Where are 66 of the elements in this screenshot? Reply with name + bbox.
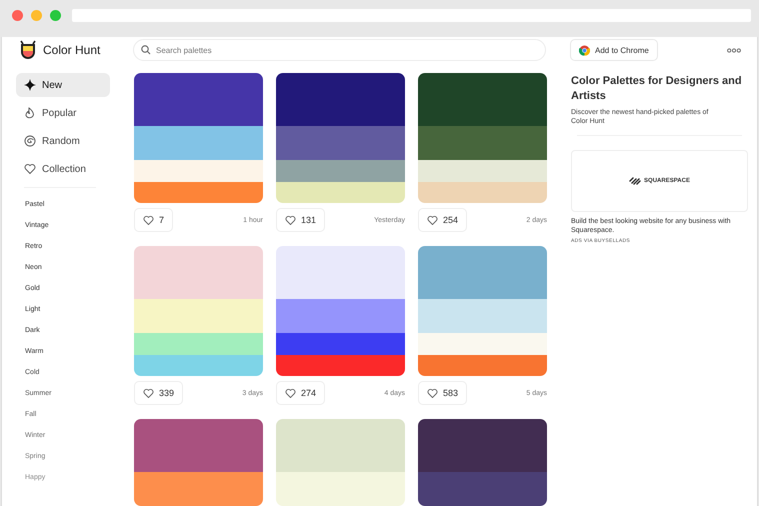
color-swatch[interactable] xyxy=(418,160,547,182)
like-button[interactable]: 339 xyxy=(134,381,184,405)
color-swatch[interactable] xyxy=(418,333,547,355)
color-swatch[interactable] xyxy=(276,246,405,299)
color-swatch[interactable] xyxy=(276,333,405,355)
heart-icon xyxy=(427,388,438,398)
color-swatch[interactable] xyxy=(134,182,263,203)
color-swatch[interactable] xyxy=(134,246,263,299)
heart-icon xyxy=(24,163,36,175)
heart-icon xyxy=(427,215,438,225)
color-swatch[interactable] xyxy=(418,419,547,472)
maximize-icon[interactable] xyxy=(50,10,61,21)
flame-icon xyxy=(24,107,36,119)
palette-card[interactable] xyxy=(134,73,263,203)
color-swatch[interactable] xyxy=(276,182,405,203)
search-icon xyxy=(141,45,151,55)
minimize-icon[interactable] xyxy=(31,10,42,21)
nav-item[interactable]: Random xyxy=(16,129,110,153)
color-swatch[interactable] xyxy=(134,299,263,333)
color-swatch[interactable] xyxy=(134,472,263,506)
logo-icon xyxy=(19,40,37,60)
color-swatch[interactable] xyxy=(418,126,547,160)
palette-card[interactable] xyxy=(276,73,405,203)
like-button[interactable]: 131 xyxy=(276,208,326,232)
palette-card[interactable] xyxy=(418,73,547,203)
color-swatch[interactable] xyxy=(134,333,263,355)
heart-icon xyxy=(285,215,296,225)
color-swatch[interactable] xyxy=(134,126,263,160)
like-button[interactable]: 274 xyxy=(276,381,326,405)
color-swatch[interactable] xyxy=(276,472,405,506)
color-swatch[interactable] xyxy=(418,73,547,126)
site-name[interactable]: Color Hunt xyxy=(43,43,100,57)
spiral-icon xyxy=(24,135,36,147)
nav-item[interactable]: New xyxy=(16,73,110,97)
color-swatch[interactable] xyxy=(134,73,263,126)
heart-icon xyxy=(143,388,154,398)
search-field[interactable]: Search palettes xyxy=(133,39,546,61)
color-swatch[interactable] xyxy=(276,160,405,182)
color-swatch[interactable] xyxy=(134,419,263,472)
like-button[interactable]: 254 xyxy=(418,208,468,232)
close-icon[interactable] xyxy=(12,10,23,21)
color-swatch[interactable] xyxy=(418,246,547,299)
heart-icon xyxy=(143,215,154,225)
heart-icon xyxy=(285,388,296,398)
color-swatch[interactable] xyxy=(418,299,547,333)
color-swatch[interactable] xyxy=(134,355,263,376)
nav-item[interactable]: Collection xyxy=(16,157,110,181)
palette-card[interactable] xyxy=(276,246,405,376)
color-swatch[interactable] xyxy=(276,126,405,160)
more-icon[interactable] xyxy=(727,48,741,52)
like-button[interactable]: 583 xyxy=(418,381,468,405)
color-swatch[interactable] xyxy=(276,355,405,376)
nav-item[interactable]: Popular xyxy=(16,101,110,125)
color-swatch[interactable] xyxy=(418,472,547,506)
color-swatch[interactable] xyxy=(276,73,405,126)
chrome-logo-icon xyxy=(579,44,590,56)
color-swatch[interactable] xyxy=(418,182,547,203)
like-button[interactable]: 7 xyxy=(134,208,174,232)
page-heading: Color Palettes for Designers and Artists xyxy=(571,74,743,104)
sparkle-icon xyxy=(24,79,36,91)
color-swatch[interactable] xyxy=(276,419,405,472)
brand-logo-icon xyxy=(629,177,642,185)
color-swatch[interactable] xyxy=(276,299,405,333)
color-swatch[interactable] xyxy=(134,160,263,182)
add-to-chrome-button[interactable]: Add to Chrome xyxy=(570,39,658,61)
color-swatch[interactable] xyxy=(418,355,547,376)
